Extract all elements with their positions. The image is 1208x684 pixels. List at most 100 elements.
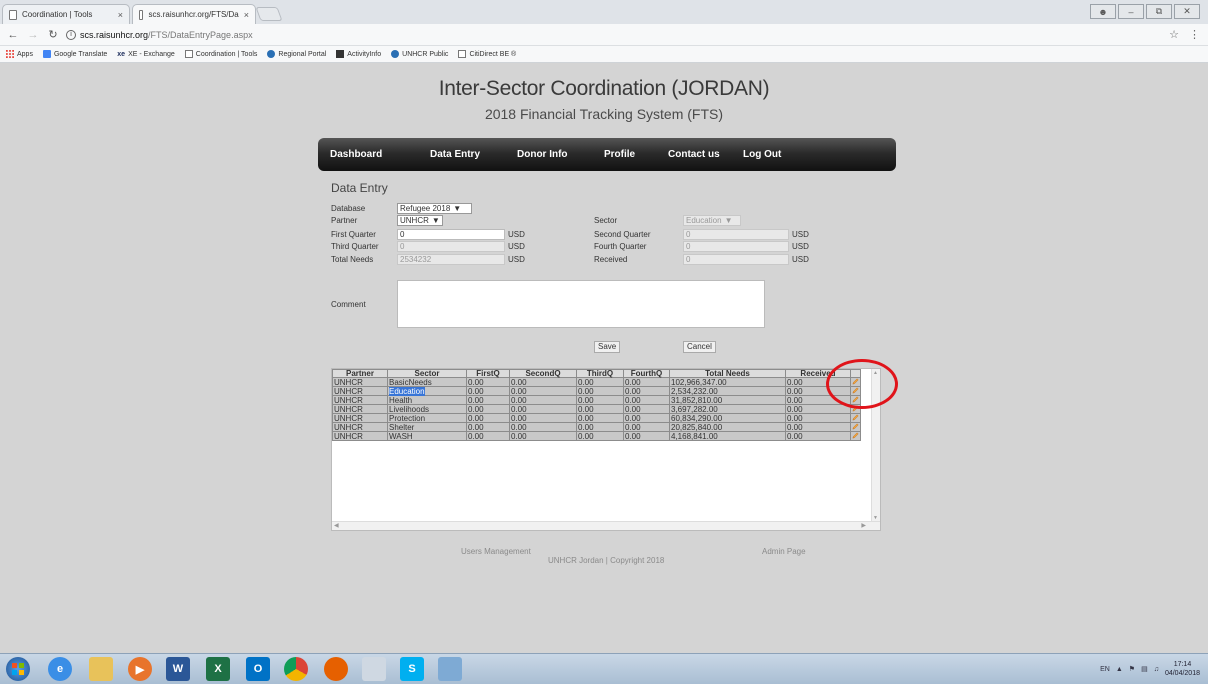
table-row[interactable]: UNHCR Protection 0.00 0.00 0.00 0.00 60,834,29…	[332, 413, 861, 423]
table-row[interactable]: UNHCR WASH 0.00 0.00 0.00 0.00 4,168,841.00 0.0…	[332, 431, 861, 441]
word-icon[interactable]: W	[166, 657, 190, 681]
table-cell: 0.00	[576, 395, 624, 405]
browser-tab-coordination-tools[interactable]: Coordination | Tools ×	[2, 4, 130, 24]
outlook-icon[interactable]: O	[246, 657, 270, 681]
internet-explorer-icon[interactable]: e	[48, 657, 72, 681]
maximize-button[interactable]: ⧉	[1146, 4, 1172, 19]
first-quarter-input[interactable]: 0	[397, 229, 505, 240]
reload-button[interactable]: ↻	[46, 28, 60, 41]
table-row[interactable]: UNHCR Education 0.00 0.00 0.00 0.00 2,534,232.…	[332, 386, 861, 396]
windows-taskbar: e ▶ W X O S EN ▲ ⚑ ▤ ♫ 17:14 04/04/2018	[0, 653, 1208, 684]
column-header-firstq[interactable]: FirstQ	[466, 369, 510, 378]
minimize-button[interactable]: –	[1118, 4, 1144, 19]
received-input[interactable]: 0	[683, 254, 789, 265]
excel-icon[interactable]: X	[206, 657, 230, 681]
skype-icon[interactable]: S	[400, 657, 424, 681]
total-needs-input[interactable]: 2534232	[397, 254, 505, 265]
pencil-icon[interactable]	[852, 432, 859, 439]
partner-label: Partner	[331, 216, 358, 225]
scroll-right-icon[interactable]: ▶	[861, 522, 866, 529]
column-header-total-needs[interactable]: Total Needs	[669, 369, 786, 378]
nav-profile[interactable]: Profile	[604, 149, 635, 160]
bookmark-label: Google Translate	[53, 50, 108, 58]
users-management-link[interactable]: Users Management	[461, 547, 531, 556]
table-row[interactable]: UNHCR Shelter 0.00 0.00 0.00 0.00 20,825,840.0…	[332, 422, 861, 432]
tray-chevron-icon[interactable]: ▲	[1116, 666, 1123, 673]
network-icon[interactable]: ▤	[1141, 665, 1148, 673]
clock[interactable]: 17:14 04/04/2018	[1165, 660, 1200, 678]
sector-select[interactable]: Education ▼	[683, 215, 741, 226]
nav-log-out[interactable]: Log Out	[743, 149, 781, 160]
close-window-button[interactable]: ✕	[1174, 4, 1200, 19]
second-quarter-input[interactable]: 0	[683, 229, 789, 240]
apps-grid-icon	[6, 50, 14, 58]
column-header-fourthq[interactable]: FourthQ	[623, 369, 670, 378]
table-cell: UNHCR	[332, 404, 388, 414]
file-explorer-icon[interactable]	[89, 657, 113, 681]
table-row[interactable]: UNHCR Livelihoods 0.00 0.00 0.00 0.00 3,697,28…	[332, 404, 861, 414]
flag-icon[interactable]: ⚑	[1129, 665, 1135, 673]
nav-data-entry[interactable]: Data Entry	[430, 149, 480, 160]
language-indicator[interactable]: EN	[1100, 666, 1110, 673]
media-player-icon[interactable]: ▶	[128, 657, 152, 681]
volume-icon[interactable]: ♫	[1154, 666, 1159, 673]
nav-donor-info[interactable]: Donor Info	[517, 149, 568, 160]
edit-cell[interactable]	[850, 413, 861, 423]
column-header-partner[interactable]: Partner	[332, 369, 388, 378]
nav-contact-us[interactable]: Contact us	[668, 149, 720, 160]
pencil-icon[interactable]	[852, 423, 859, 430]
bookmark-star-icon[interactable]: ☆	[1169, 28, 1179, 41]
bookmark-coordination-tools[interactable]: Coordination | Tools	[184, 50, 257, 58]
save-button[interactable]: Save	[594, 341, 621, 353]
third-quarter-input[interactable]: 0	[397, 241, 505, 252]
user-icon[interactable]: ☻	[1090, 4, 1116, 19]
database-label: Database	[331, 204, 366, 213]
bookmark-citidirect[interactable]: CitiDirect BE ®	[458, 50, 516, 58]
activityinfo-icon	[336, 50, 345, 58]
partner-select[interactable]: UNHCR ▼	[397, 215, 443, 226]
address-bar[interactable]: i scs.raisunhcr.org/FTS/DataEntryPage.as…	[66, 29, 253, 40]
back-button[interactable]: ←	[6, 29, 20, 41]
edit-cell[interactable]	[850, 422, 861, 432]
table-row[interactable]: UNHCR Health 0.00 0.00 0.00 0.00 31,852,810.00…	[332, 395, 861, 405]
column-header-secondq[interactable]: SecondQ	[509, 369, 577, 378]
fourth-quarter-input[interactable]: 0	[683, 241, 789, 252]
document-icon[interactable]	[362, 657, 386, 681]
bookmark-google-translate[interactable]: Google Translate	[42, 50, 108, 58]
info-icon[interactable]: i	[66, 29, 76, 40]
pencil-icon[interactable]	[852, 414, 859, 421]
bookmark-activityinfo[interactable]: ActivityInfo	[336, 50, 381, 58]
bookmark-xe[interactable]: xe XE - Exchange	[117, 51, 175, 58]
table-cell: 0.00	[509, 413, 577, 423]
table-row[interactable]: UNHCR BasicNeeds 0.00 0.00 0.00 0.00 102,966,3…	[332, 377, 861, 387]
comment-textarea[interactable]	[397, 280, 765, 328]
scroll-left-icon[interactable]: ◀	[334, 522, 339, 529]
column-header-sector[interactable]: Sector	[387, 369, 467, 378]
cancel-button[interactable]: Cancel	[683, 341, 716, 353]
table-cell: Health	[387, 395, 467, 405]
windows-logo-icon	[12, 663, 24, 675]
column-header-thirdq[interactable]: ThirdQ	[576, 369, 624, 378]
browser-tab-fts[interactable]: scs.raisunhcr.org/FTS/Da ×	[132, 4, 256, 24]
tab-title: scs.raisunhcr.org/FTS/Da	[148, 10, 239, 19]
new-tab-button[interactable]	[255, 7, 283, 21]
chrome-icon[interactable]	[284, 657, 308, 681]
firefox-icon[interactable]	[324, 657, 348, 681]
table-cell: 0.00	[623, 404, 670, 414]
snipping-tool-icon[interactable]	[438, 657, 462, 681]
forward-button[interactable]: →	[26, 29, 40, 41]
bookmark-unhcr-public[interactable]: UNHCR Public	[391, 50, 448, 58]
page-icon	[9, 9, 17, 20]
start-button[interactable]	[6, 657, 30, 681]
edit-cell[interactable]	[850, 431, 861, 441]
menu-icon[interactable]: ⋮	[1189, 28, 1200, 41]
bookmark-apps[interactable]: Apps	[6, 50, 33, 58]
admin-page-link[interactable]: Admin Page	[762, 547, 806, 556]
tab-close-icon[interactable]: ×	[118, 10, 123, 20]
nav-dashboard[interactable]: Dashboard	[330, 149, 382, 160]
bookmark-regional-portal[interactable]: Regional Portal	[267, 50, 326, 58]
tab-close-icon[interactable]: ×	[244, 10, 249, 20]
database-select[interactable]: Refugee 2018 ▼	[397, 203, 472, 214]
horizontal-scrollbar[interactable]: ◀ ▶	[332, 521, 880, 530]
table-cell: 0.00	[466, 422, 510, 432]
